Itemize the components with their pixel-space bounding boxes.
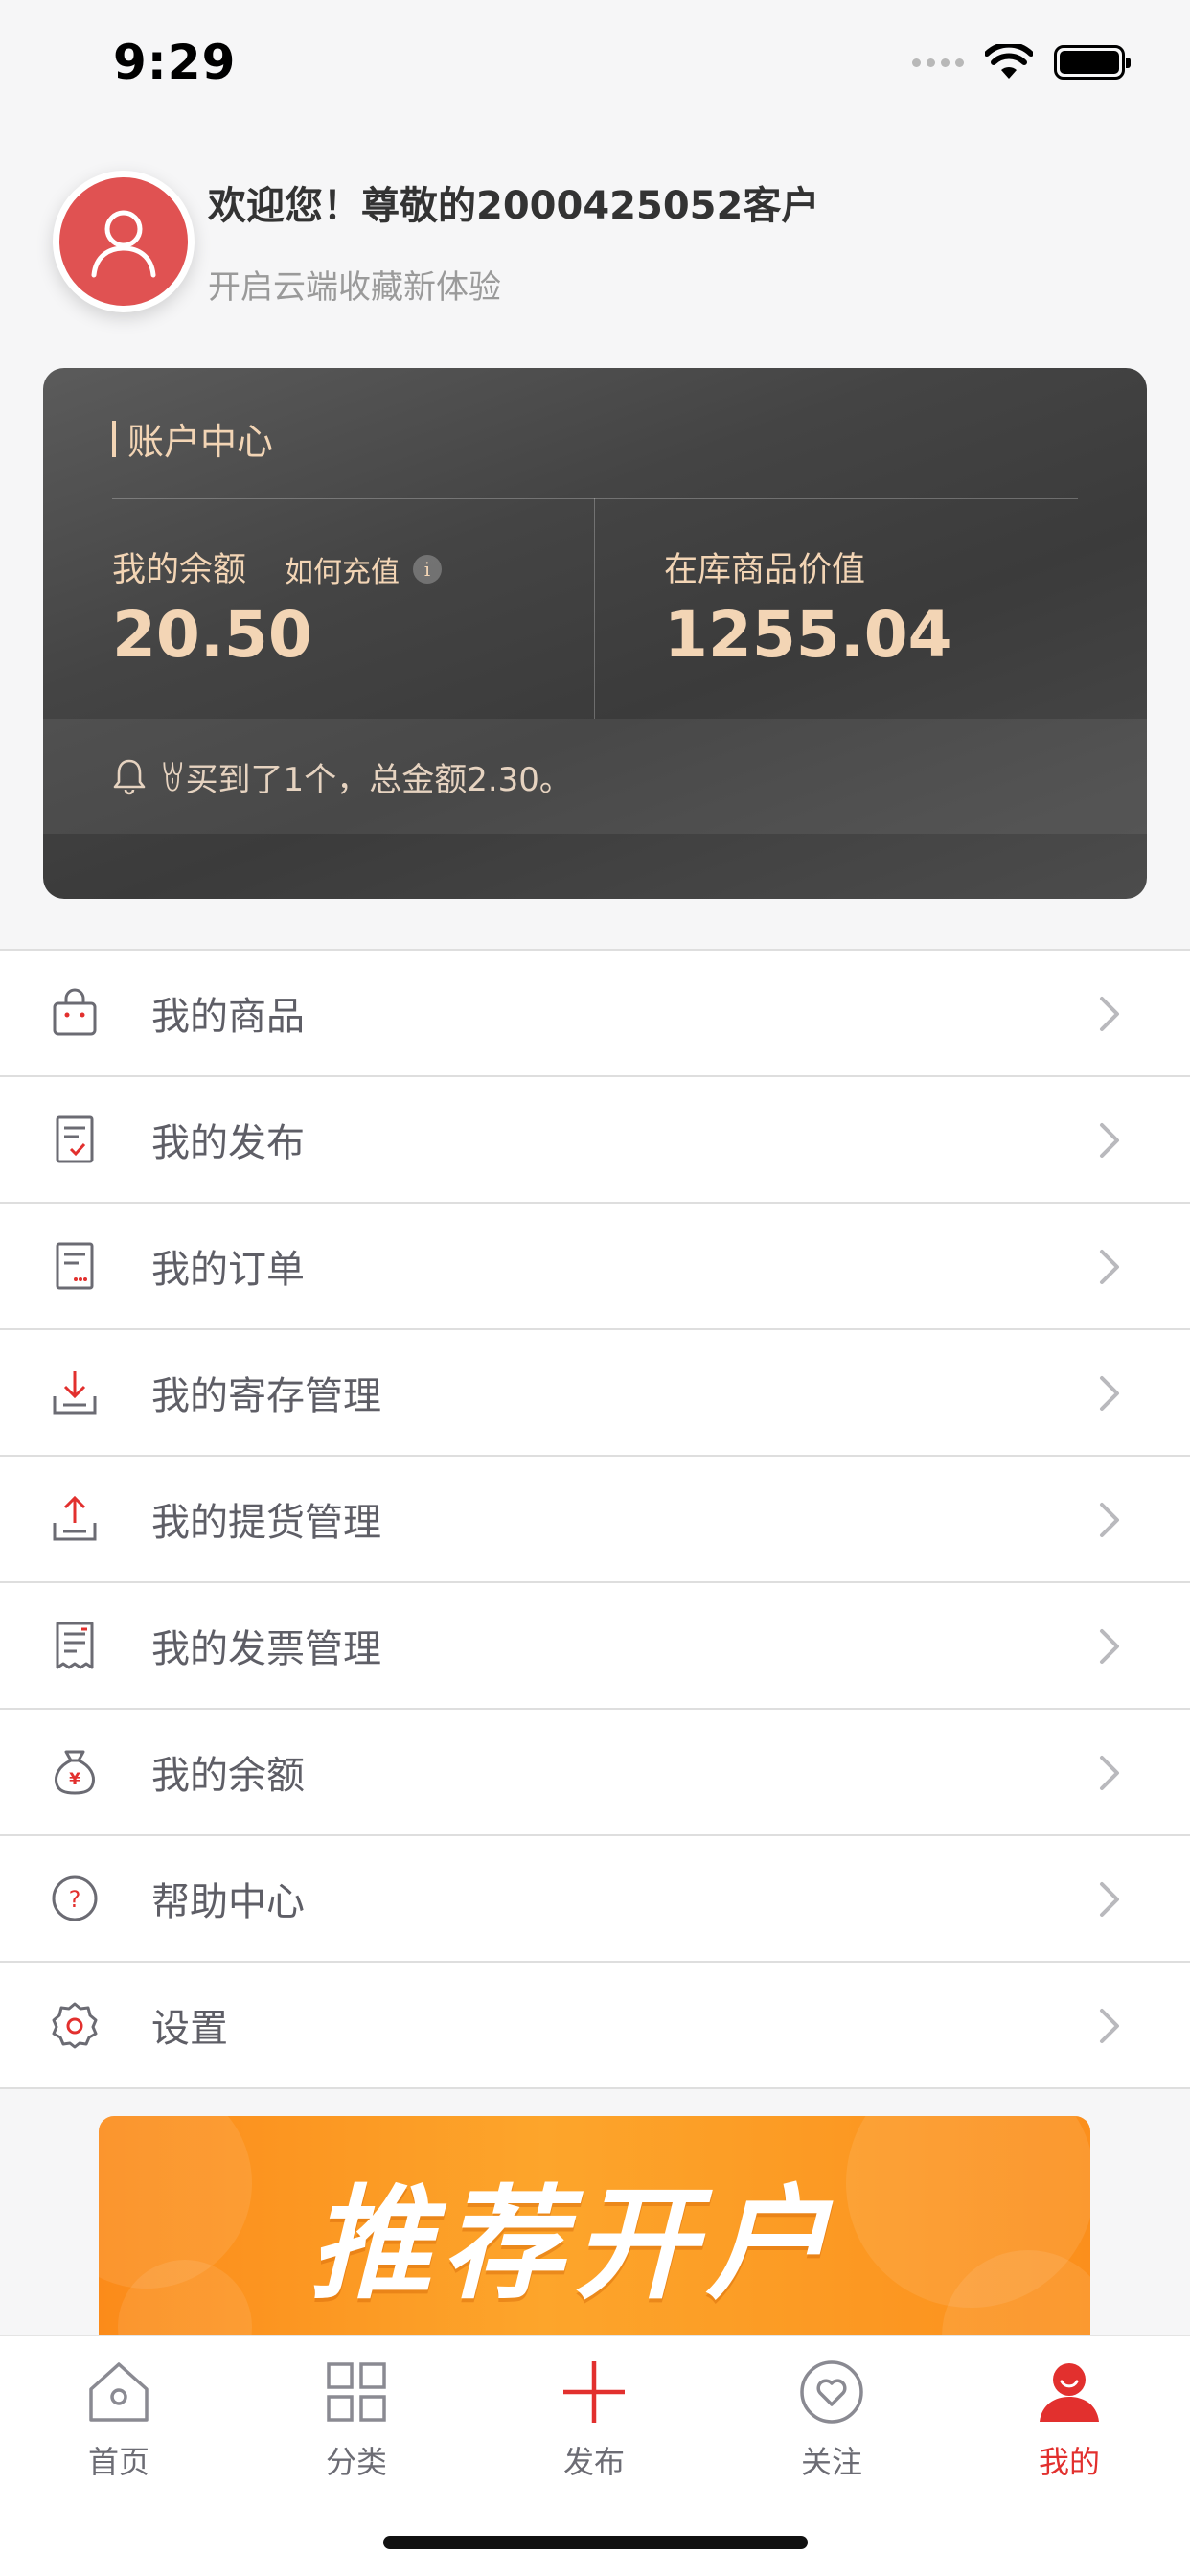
account-center-title: 账户中心 — [112, 412, 273, 465]
tab-label: 我的 — [1038, 2444, 1100, 2480]
profile-header[interactable]: 欢迎您！尊敬的2000425052客户 开启云端收藏新体验 — [53, 171, 1145, 314]
menu-item-label: 我的发布 — [151, 1121, 305, 1165]
card-divider — [112, 498, 1078, 499]
account-center-label: 账户中心 — [127, 421, 274, 463]
title-accent-bar — [112, 420, 116, 457]
menu-item-help-center[interactable]: ? 帮助中心 — [0, 1836, 1190, 1963]
menu-item-label: 帮助中心 — [151, 1880, 305, 1924]
invoice-receipt-icon — [48, 1619, 102, 1672]
chevron-right-icon — [1088, 993, 1131, 1035]
chevron-right-icon — [1088, 1246, 1131, 1288]
bell-icon — [113, 759, 146, 795]
home-icon — [82, 2356, 155, 2428]
status-bar: 9:29 — [0, 0, 1190, 126]
balance-value[interactable]: 20.50 — [112, 598, 312, 672]
menu-item-my-balance[interactable]: ¥ 我的余额 — [0, 1710, 1190, 1836]
help-circle-icon: ? — [48, 1872, 102, 1925]
recommend-account-banner[interactable]: 推荐开户 — [99, 2116, 1090, 2346]
heart-circle-icon — [795, 2356, 868, 2428]
tab-label: 关注 — [800, 2444, 862, 2480]
chevron-right-icon — [1088, 1119, 1131, 1162]
status-icons — [912, 44, 1131, 80]
welcome-text: 欢迎您！尊敬的2000425052客户 — [208, 184, 820, 228]
tab-label: 分类 — [325, 2444, 387, 2480]
order-doc-icon — [48, 1239, 102, 1293]
pickup-upload-icon — [48, 1492, 102, 1546]
menu-list: 我的商品 我的发布 我的订单 我的寄存管理 我的提货管理 我的发票管理 ¥ 我的… — [0, 949, 1190, 2089]
chevron-right-icon — [1088, 1752, 1131, 1794]
stock-value[interactable]: 1255.04 — [664, 598, 952, 672]
svg-text:¥: ¥ — [69, 1770, 80, 1789]
battery-icon — [1054, 45, 1131, 80]
chevron-right-icon — [1088, 1499, 1131, 1541]
publish-doc-icon — [48, 1113, 102, 1166]
menu-item-label: 设置 — [151, 2007, 228, 2051]
menu-item-invoice-management[interactable]: 我的发票管理 — [0, 1583, 1190, 1710]
svg-text:?: ? — [69, 1886, 81, 1913]
tab-follow[interactable]: 关注 — [736, 2356, 927, 2490]
cellular-signal-icon — [912, 58, 964, 67]
menu-item-settings[interactable]: 设置 — [0, 1963, 1190, 2089]
tab-label: 首页 — [87, 2444, 149, 2480]
how-to-recharge-link[interactable]: 如何充值 i — [285, 548, 442, 590]
stock-value-label: 在库商品价值 — [664, 551, 866, 589]
tab-publish[interactable]: 发布 — [498, 2356, 690, 2490]
avatar[interactable] — [53, 171, 195, 312]
tab-mine[interactable]: 我的 — [973, 2356, 1165, 2490]
balance-label: 我的余额 — [112, 551, 247, 589]
chevron-right-icon — [1088, 1625, 1131, 1668]
welcome-subtitle: 开启云端收藏新体验 — [208, 268, 501, 307]
info-icon[interactable]: i — [413, 555, 442, 584]
menu-item-label: 我的提货管理 — [151, 1501, 381, 1545]
menu-item-label: 我的商品 — [151, 995, 305, 1039]
card-divider-vertical — [594, 498, 595, 719]
menu-item-label: 我的订单 — [151, 1248, 305, 1292]
account-center-card: 账户中心 我的余额 如何充值 i 20.50 在库商品价值 1255.04 ꇐ买… — [43, 368, 1147, 899]
money-bag-icon: ¥ — [48, 1745, 102, 1799]
user-icon — [1033, 2356, 1106, 2428]
menu-item-pickup-management[interactable]: 我的提货管理 — [0, 1457, 1190, 1583]
chevron-right-icon — [1088, 1878, 1131, 1920]
user-avatar-icon — [91, 210, 156, 278]
recharge-link-label: 如何充值 — [285, 556, 400, 589]
deposit-download-icon — [48, 1366, 102, 1419]
shopping-bag-icon — [48, 986, 102, 1040]
chevron-right-icon — [1088, 1372, 1131, 1414]
settings-gear-icon — [48, 1998, 102, 2052]
purchase-notice-ticker: ꇐ买到了1个，总金额2.30。 — [43, 719, 1147, 834]
home-indicator[interactable] — [383, 2536, 808, 2549]
plus-icon — [558, 2356, 630, 2428]
menu-item-my-orders[interactable]: 我的订单 — [0, 1204, 1190, 1330]
menu-item-my-publish[interactable]: 我的发布 — [0, 1077, 1190, 1204]
chevron-right-icon — [1088, 2005, 1131, 2047]
grid-icon — [320, 2356, 393, 2428]
app-screen: 9:29 欢迎您！尊敬的2000425052客户 开启云端收藏新体验 账户中心 … — [0, 0, 1190, 2576]
menu-item-my-products[interactable]: 我的商品 — [0, 951, 1190, 1077]
menu-item-label: 我的寄存管理 — [151, 1374, 381, 1418]
wifi-icon — [985, 44, 1033, 79]
status-time: 9:29 — [113, 34, 237, 90]
tab-label: 发布 — [562, 2444, 625, 2480]
notice-text: ꇐ买到了1个，总金额2.30。 — [160, 760, 572, 799]
banner-text: 推荐开户 — [309, 2174, 839, 2316]
menu-item-label: 我的发票管理 — [151, 1627, 381, 1671]
tab-home[interactable]: 首页 — [23, 2356, 215, 2490]
menu-item-deposit-management[interactable]: 我的寄存管理 — [0, 1330, 1190, 1457]
tab-category[interactable]: 分类 — [261, 2356, 452, 2490]
menu-item-label: 我的余额 — [151, 1754, 305, 1798]
